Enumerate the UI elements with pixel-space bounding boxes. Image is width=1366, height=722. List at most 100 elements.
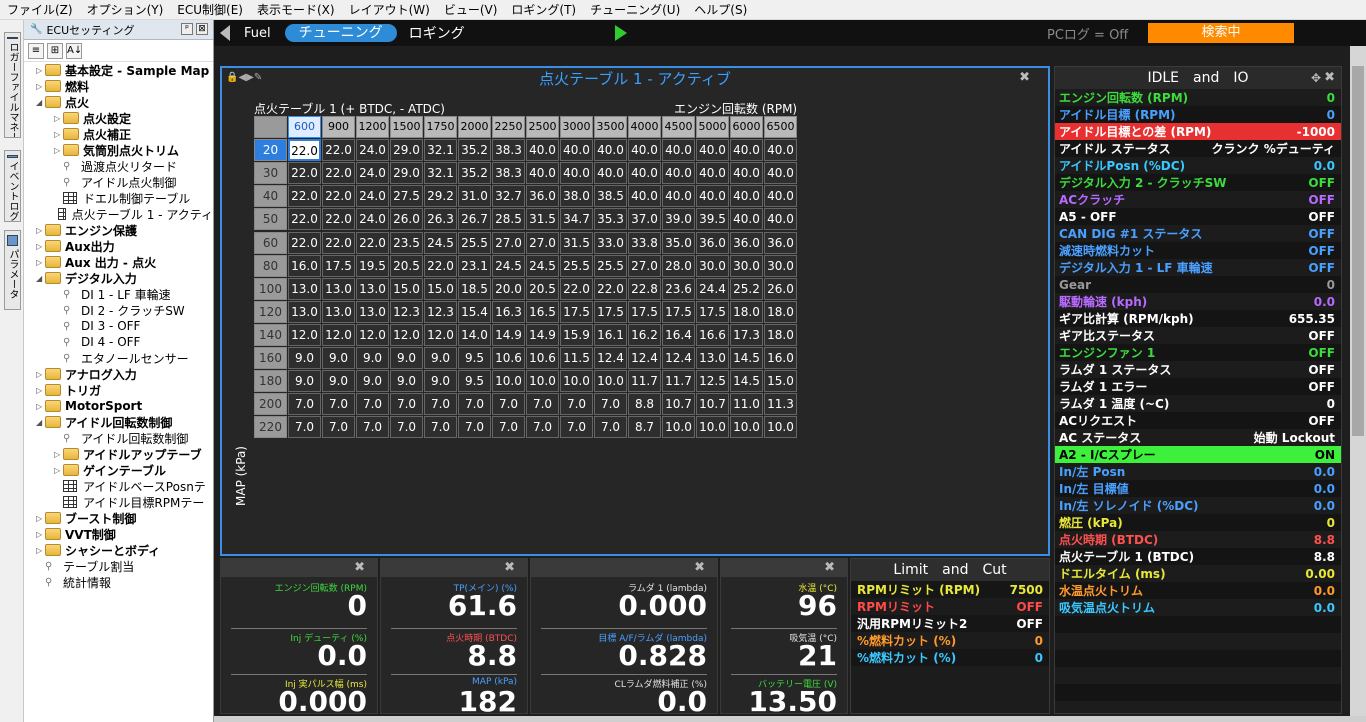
table-cell[interactable]: 9.0: [288, 370, 321, 393]
play-icon[interactable]: [614, 25, 627, 41]
table-cell[interactable]: 40.0: [560, 162, 593, 185]
table-cell[interactable]: 12.5: [696, 370, 729, 393]
map-header[interactable]: 80: [254, 254, 287, 277]
rpm-header[interactable]: 3000: [560, 116, 593, 138]
table-cell[interactable]: 9.0: [322, 370, 355, 393]
tree-item[interactable]: ◢ デジタル入力: [24, 270, 213, 286]
table-cell[interactable]: 16.2: [628, 323, 661, 346]
table-cell[interactable]: 7.0: [560, 393, 593, 416]
rpm-header[interactable]: 2500: [526, 116, 559, 138]
table-cell[interactable]: 36.0: [764, 231, 797, 254]
table-cell[interactable]: 22.0: [322, 162, 355, 185]
tab-logging[interactable]: ロギング: [409, 23, 465, 43]
table-cell[interactable]: 10.0: [492, 370, 525, 393]
expand-icon[interactable]: ▷: [36, 370, 45, 379]
expand-icon[interactable]: ▷: [54, 130, 63, 139]
table-cell[interactable]: 30.0: [730, 254, 763, 277]
table-cell[interactable]: 32.7: [492, 185, 525, 208]
table-cell[interactable]: 24.0: [356, 162, 389, 185]
table-cell[interactable]: 27.0: [492, 231, 525, 254]
table-cell[interactable]: 15.0: [390, 277, 423, 300]
table-cell[interactable]: 40.0: [696, 185, 729, 208]
expanded-icon[interactable]: ◢: [36, 418, 45, 427]
table-cell[interactable]: 16.3: [492, 300, 525, 323]
table-cell[interactable]: 40.0: [764, 185, 797, 208]
rpm-header[interactable]: 6000: [730, 116, 763, 138]
tree-item[interactable]: ⚲ テーブル割当: [24, 558, 213, 574]
table-cell[interactable]: 14.9: [526, 323, 559, 346]
map-header[interactable]: 160: [254, 347, 287, 369]
expand-icon[interactable]: ▷: [36, 82, 45, 91]
table-cell[interactable]: 18.5: [458, 277, 491, 300]
table-cell[interactable]: 24.4: [696, 277, 729, 300]
menu-item[interactable]: ビュー(V): [437, 0, 505, 20]
table-cell[interactable]: 25.5: [458, 231, 491, 254]
table-cell[interactable]: 38.3: [492, 139, 525, 162]
expand-icon[interactable]: ▷: [54, 114, 63, 123]
table-cell[interactable]: 35.0: [662, 231, 695, 254]
table-cell[interactable]: 40.0: [662, 162, 695, 185]
rpm-header[interactable]: 4500: [662, 116, 695, 138]
table-cell[interactable]: 13.0: [288, 300, 321, 323]
table-cell[interactable]: 19.5: [356, 254, 389, 277]
rpm-header[interactable]: 1500: [390, 116, 423, 138]
map-header[interactable]: 50: [254, 208, 287, 231]
tree-item[interactable]: ▷ 点火補正: [24, 126, 213, 142]
category-view-icon[interactable]: ≡: [28, 42, 44, 59]
table-cell[interactable]: 25.2: [730, 277, 763, 300]
expand-icon[interactable]: ▷: [36, 258, 45, 267]
vtab[interactable]: パラメータ: [4, 230, 21, 310]
table-cell[interactable]: 22.8: [628, 277, 661, 300]
table-cell[interactable]: 18.0: [764, 323, 797, 346]
table-cell[interactable]: 7.0: [458, 393, 491, 416]
table-cell[interactable]: 22.0: [356, 231, 389, 254]
table-cell[interactable]: 35.3: [594, 208, 627, 231]
table-cell[interactable]: 40.0: [628, 185, 661, 208]
rpm-header[interactable]: 6500: [764, 116, 797, 138]
close-icon[interactable]: ✖: [354, 560, 365, 575]
map-header[interactable]: 20: [254, 139, 287, 162]
table-cell[interactable]: 17.5: [322, 254, 355, 277]
table-cell[interactable]: 37.0: [628, 208, 661, 231]
table-cell[interactable]: 20.5: [526, 277, 559, 300]
table-cell[interactable]: 17.3: [730, 323, 763, 346]
table-cell[interactable]: 25.5: [560, 254, 593, 277]
table-cell[interactable]: 14.5: [730, 347, 763, 369]
table-cell[interactable]: 12.0: [356, 323, 389, 346]
table-cell[interactable]: 11.5: [560, 347, 593, 369]
table-cell[interactable]: 13.0: [356, 277, 389, 300]
table-cell[interactable]: 13.0: [322, 277, 355, 300]
table-cell[interactable]: 10.0: [730, 416, 763, 439]
table-cell[interactable]: 32.1: [424, 162, 457, 185]
table-cell[interactable]: 28.0: [662, 254, 695, 277]
rpm-header[interactable]: 4000: [628, 116, 661, 138]
table-cell[interactable]: 16.0: [288, 254, 321, 277]
table-cell[interactable]: 17.5: [628, 300, 661, 323]
table-cell[interactable]: 40.0: [730, 185, 763, 208]
table-cell[interactable]: 30.0: [764, 254, 797, 277]
tree-item[interactable]: ▷ Aux出力: [24, 238, 213, 254]
table-cell[interactable]: 22.0: [322, 208, 355, 231]
table-cell[interactable]: 14.5: [730, 370, 763, 393]
expand-icon[interactable]: ▷: [36, 530, 45, 539]
table-cell[interactable]: 40.0: [662, 185, 695, 208]
table-cell[interactable]: 35.2: [458, 139, 491, 162]
table-cell[interactable]: 10.7: [662, 393, 695, 416]
table-cell[interactable]: 13.0: [696, 347, 729, 369]
table-cell[interactable]: 11.7: [628, 370, 661, 393]
table-cell[interactable]: 9.0: [390, 347, 423, 369]
tree-item[interactable]: ▷ シャシーとボディ: [24, 542, 213, 558]
table-cell[interactable]: 39.5: [696, 208, 729, 231]
tree-item[interactable]: ⚲ DI 2 - クラッチSW: [24, 302, 213, 318]
tab-fuel[interactable]: Fuel: [244, 26, 271, 41]
rpm-header[interactable]: 3500: [594, 116, 627, 138]
table-cell[interactable]: 13.0: [322, 300, 355, 323]
table-cell[interactable]: 22.0: [560, 277, 593, 300]
table-cell[interactable]: 16.4: [662, 323, 695, 346]
table-cell[interactable]: 40.0: [696, 139, 729, 162]
table-cell[interactable]: 40.0: [730, 162, 763, 185]
table-cell[interactable]: 23.6: [662, 277, 695, 300]
table-cell[interactable]: 40.0: [764, 208, 797, 231]
tree-item[interactable]: ▷ 基本設定 - Sample Map: [24, 62, 213, 78]
table-cell[interactable]: 16.1: [594, 323, 627, 346]
